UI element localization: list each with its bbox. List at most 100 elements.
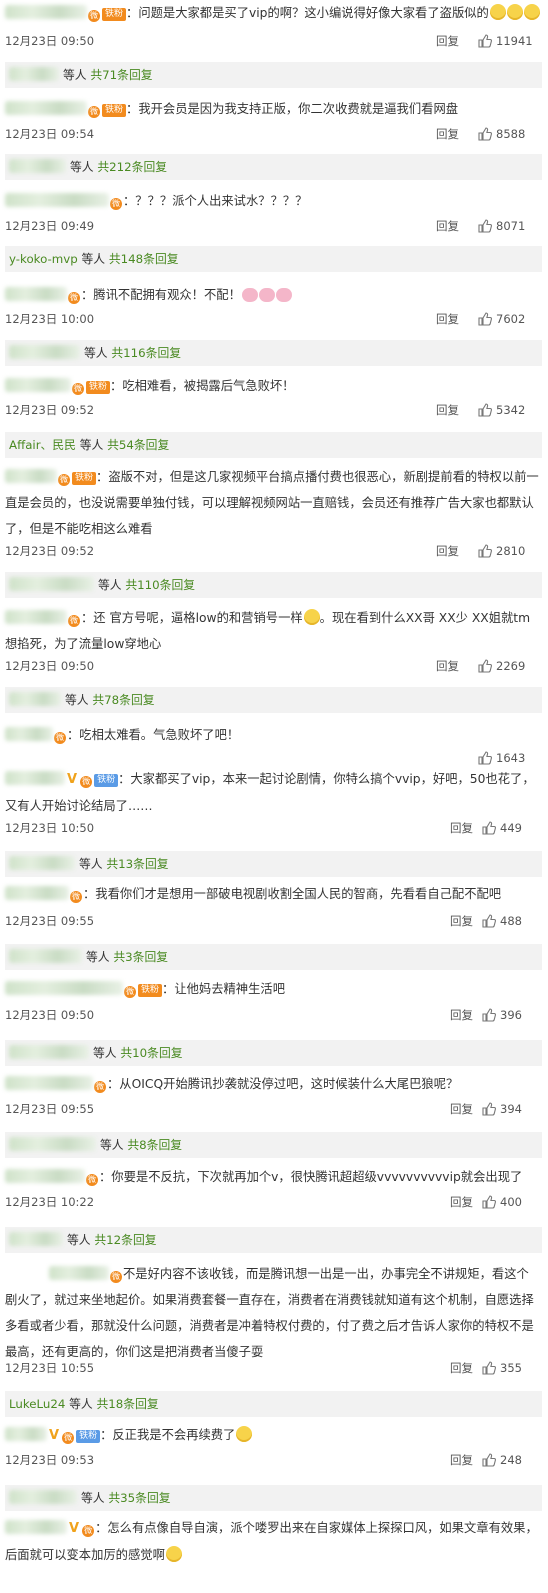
member-badge-icon: 微 — [88, 10, 100, 22]
comment-text: 微：你要是不反抗，下次就再加个v，很快腾讯超超级vvvvvvvvvvip就会出现… — [5, 1164, 540, 1190]
reply-count-link[interactable]: 共35条回复 — [108, 1491, 170, 1505]
like-button[interactable]: 449 — [482, 820, 522, 836]
timestamp: 12月23日 09:55 — [5, 1102, 95, 1116]
emoji-icon — [506, 4, 523, 20]
username[interactable] — [5, 1076, 93, 1090]
like-button[interactable]: 488 — [482, 913, 522, 929]
replies-summary[interactable]: Affair、民民 等人 共54条回复 — [5, 432, 542, 458]
reply-count-link[interactable]: 共10条回复 — [120, 1046, 182, 1060]
reply-count-link[interactable]: 共18条回复 — [96, 1397, 158, 1411]
replies-summary[interactable]: 等人 共116条回复 — [5, 340, 542, 366]
username[interactable] — [5, 727, 53, 741]
reply-count-link[interactable]: 共212条回复 — [97, 160, 167, 174]
thumbs-up-icon — [478, 659, 492, 673]
reply-user[interactable] — [9, 159, 66, 173]
reply-user[interactable]: LukeLu24 — [9, 1397, 69, 1411]
reply-user[interactable] — [9, 345, 80, 359]
username[interactable] — [5, 469, 57, 483]
reply-user[interactable]: Affair、民民 — [9, 438, 80, 452]
reply-count-link[interactable]: 共12条回复 — [94, 1233, 156, 1247]
fan-badge: 铁粉 — [138, 984, 163, 997]
reply-button[interactable]: 回复 — [450, 1452, 484, 1468]
reply-button[interactable]: 回复 — [436, 658, 470, 674]
like-button[interactable]: 5342 — [478, 402, 525, 418]
reply-user[interactable] — [9, 1232, 63, 1246]
replies-summary[interactable]: 等人 共78条回复 — [5, 687, 542, 713]
reply-user[interactable] — [9, 692, 61, 706]
replies-summary[interactable]: 等人 共13条回复 — [5, 851, 542, 877]
like-button[interactable]: 400 — [482, 1194, 522, 1210]
replies-summary[interactable]: 等人 共71条回复 — [5, 62, 542, 88]
emoji-icon — [165, 1546, 182, 1562]
like-button[interactable]: 1643 — [478, 750, 525, 766]
reply-count-link[interactable]: 共13条回复 — [106, 857, 168, 871]
replies-summary[interactable]: 等人 共3条回复 — [5, 944, 542, 970]
reply-button[interactable]: 回复 — [436, 543, 470, 559]
reply-button[interactable]: 回复 — [436, 218, 470, 234]
thumbs-up-icon — [478, 403, 492, 417]
reply-count-link[interactable]: 共71条回复 — [90, 68, 152, 82]
replies-summary[interactable]: 等人 共12条回复 — [5, 1227, 542, 1253]
username[interactable] — [5, 610, 67, 624]
reply-button[interactable]: 回复 — [450, 1360, 484, 1376]
reply-user[interactable] — [9, 67, 59, 81]
replies-summary[interactable]: 等人 共212条回复 — [5, 154, 542, 180]
reply-user[interactable] — [9, 577, 94, 591]
reply-count-link[interactable]: 共78条回复 — [92, 693, 154, 707]
reply-button[interactable]: 回复 — [436, 402, 470, 418]
reply-count-link[interactable]: 共8条回复 — [127, 1138, 182, 1152]
thumbs-up-icon — [482, 1102, 496, 1116]
replies-summary[interactable]: 等人 共10条回复 — [5, 1040, 542, 1066]
username[interactable] — [49, 1266, 109, 1280]
reply-label: 等人 — [81, 252, 109, 266]
thumbs-up-icon — [478, 544, 492, 558]
like-button[interactable]: 11941 — [478, 33, 533, 49]
like-button[interactable]: 394 — [482, 1101, 522, 1117]
reply-user[interactable] — [9, 1137, 96, 1151]
replies-summary[interactable]: y-koko-mvp 等人 共148条回复 — [5, 246, 542, 272]
username[interactable] — [5, 287, 67, 301]
reply-count-link[interactable]: 共116条回复 — [111, 346, 181, 360]
username[interactable] — [5, 1520, 67, 1534]
reply-button[interactable]: 回复 — [450, 1007, 484, 1023]
username[interactable] — [5, 101, 87, 115]
reply-button[interactable]: 回复 — [450, 1194, 484, 1210]
username[interactable] — [5, 5, 87, 19]
username[interactable] — [5, 193, 109, 207]
reply-button[interactable]: 回复 — [436, 33, 470, 49]
reply-user[interactable] — [9, 949, 82, 963]
username[interactable] — [5, 886, 69, 900]
reply-user[interactable] — [9, 856, 75, 870]
like-button[interactable]: 8588 — [478, 126, 525, 142]
reply-count-link[interactable]: 共148条回复 — [109, 252, 179, 266]
reply-button[interactable]: 回复 — [436, 126, 470, 142]
reply-count-link[interactable]: 共54条回复 — [107, 438, 169, 452]
username[interactable] — [5, 1427, 47, 1441]
reply-user[interactable] — [9, 1490, 77, 1504]
like-button[interactable]: 396 — [482, 1007, 522, 1023]
like-button[interactable]: 2269 — [478, 658, 525, 674]
username[interactable] — [5, 378, 71, 392]
reply-user[interactable] — [9, 1045, 89, 1059]
replies-summary[interactable]: 等人 共8条回复 — [5, 1132, 542, 1158]
replies-summary[interactable]: 等人 共35条回复 — [5, 1485, 542, 1511]
reply-count-link[interactable]: 共3条回复 — [113, 950, 168, 964]
reply-count-link[interactable]: 共110条回复 — [125, 578, 195, 592]
username[interactable] — [5, 771, 65, 785]
username[interactable] — [5, 981, 123, 995]
reply-user[interactable]: y-koko-mvp — [9, 252, 81, 266]
like-button[interactable]: 8071 — [478, 218, 525, 234]
replies-summary[interactable]: 等人 共110条回复 — [5, 572, 542, 598]
replies-summary[interactable]: LukeLu24 等人 共18条回复 — [5, 1391, 542, 1417]
reply-button[interactable]: 回复 — [450, 913, 484, 929]
username[interactable] — [5, 1169, 85, 1183]
thumbs-up-icon — [482, 1008, 496, 1022]
comment-body: ：吃相太难看。气急败坏了吧！ — [67, 728, 240, 742]
reply-button[interactable]: 回复 — [436, 311, 470, 327]
like-button[interactable]: 248 — [482, 1452, 522, 1468]
like-button[interactable]: 2810 — [478, 543, 525, 559]
like-button[interactable]: 355 — [482, 1360, 522, 1376]
reply-button[interactable]: 回复 — [450, 820, 484, 836]
like-button[interactable]: 7602 — [478, 311, 525, 327]
reply-button[interactable]: 回复 — [450, 1101, 484, 1117]
